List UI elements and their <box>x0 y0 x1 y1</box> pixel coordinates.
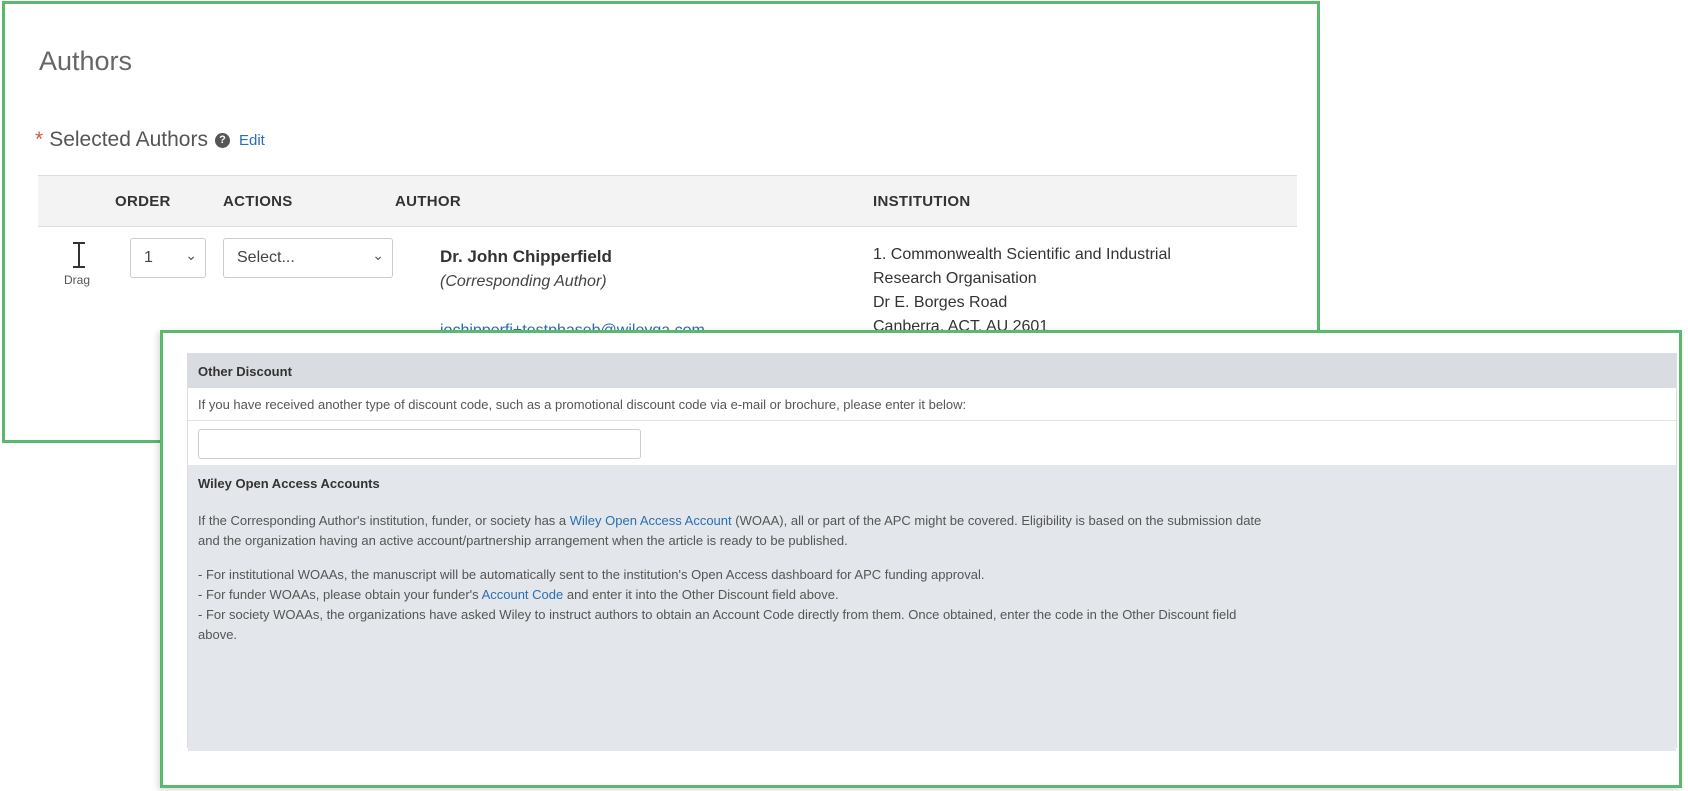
edit-link[interactable]: Edit <box>239 132 265 149</box>
woaa-paragraph: If the Corresponding Author's institutio… <box>198 511 1666 531</box>
page-title: Authors <box>39 46 133 76</box>
discount-input-row <box>188 421 1676 465</box>
selected-authors-heading: * Selected Authors ? Edit <box>35 128 265 152</box>
column-author: AUTHOR <box>395 193 461 210</box>
woaa-bullet-society-cont: above. <box>198 627 238 642</box>
column-actions: ACTIONS <box>223 193 293 210</box>
authors-table-header: ORDER ACTIONS AUTHOR INSTITUTION <box>38 175 1297 227</box>
author-role: (Corresponding Author) <box>440 273 607 290</box>
woaa-bullet-society: - For society WOAAs, the organizations h… <box>198 607 1237 622</box>
institution-line: 1. Commonwealth Scientific and Industria… <box>873 246 1171 263</box>
other-discount-info: If you have received another type of dis… <box>188 388 1676 421</box>
author-name: Dr. John Chipperfield <box>440 247 612 266</box>
actions-select[interactable]: Select... ⌄ <box>223 238 393 278</box>
chevron-down-icon: ⌄ <box>185 247 197 263</box>
woaa-bullet-institutional: - For institutional WOAAs, the manuscrip… <box>198 567 985 582</box>
discount-panel: Other Discount If you have received anot… <box>160 330 1682 788</box>
woaa-text: - For funder WOAAs, please obtain your f… <box>198 587 482 602</box>
required-mark: * <box>35 128 44 151</box>
institution-line: Dr E. Borges Road <box>873 294 1008 311</box>
actions-select-value: Select... <box>237 249 295 266</box>
account-code-link[interactable]: Account Code <box>482 587 564 602</box>
order-select-value: 1 <box>144 249 153 266</box>
woaa-paragraph-cont: and the organization having an active ac… <box>198 533 848 548</box>
drag-vertical-icon <box>73 242 85 268</box>
woaa-section: Wiley Open Access Accounts If the Corres… <box>188 465 1676 751</box>
woaa-text: If the Corresponding Author's institutio… <box>198 513 570 528</box>
order-select[interactable]: 1 ⌄ <box>130 238 206 278</box>
woaa-bullet-funder: - For funder WOAAs, please obtain your f… <box>198 585 1666 605</box>
chevron-down-icon: ⌄ <box>372 247 384 263</box>
woaa-text: (WOAA), all or part of the APC might be … <box>731 513 1262 528</box>
selected-authors-label: Selected Authors <box>49 128 208 151</box>
woaa-link[interactable]: Wiley Open Access Account <box>570 513 732 528</box>
discount-box: Other Discount If you have received anot… <box>187 353 1677 751</box>
column-institution: INSTITUTION <box>873 193 971 210</box>
institution-line: Research Organisation <box>873 270 1037 287</box>
woaa-header: Wiley Open Access Accounts <box>198 476 380 491</box>
question-circle-icon[interactable]: ? <box>214 132 230 148</box>
drag-handle[interactable]: Drag <box>64 242 92 287</box>
discount-code-input[interactable] <box>198 429 641 459</box>
column-order: ORDER <box>115 193 171 210</box>
woaa-text: and enter it into the Other Discount fie… <box>563 587 839 602</box>
other-discount-header: Other Discount <box>188 354 1676 388</box>
drag-label: Drag <box>63 273 90 287</box>
